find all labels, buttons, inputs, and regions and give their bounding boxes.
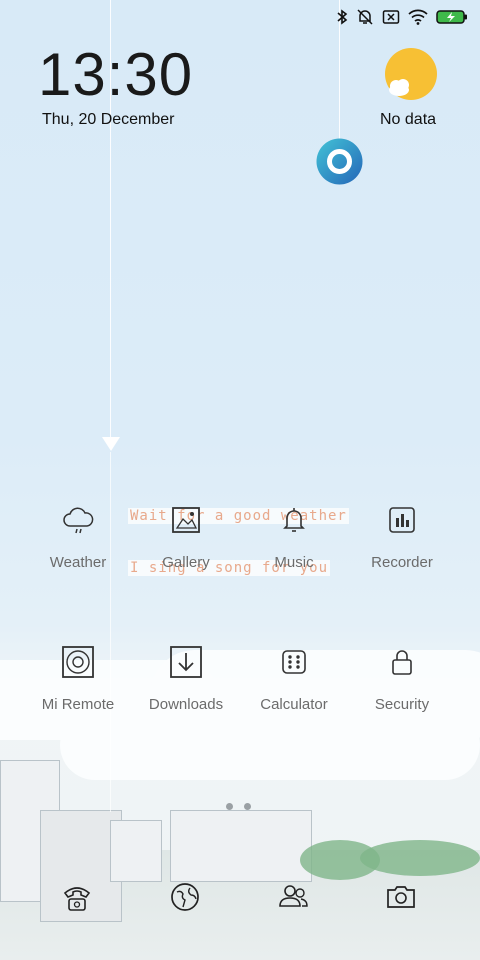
app-label: Music bbox=[274, 554, 314, 571]
contacts-icon[interactable] bbox=[276, 880, 310, 914]
security-icon bbox=[384, 644, 420, 680]
weather-status[interactable]: No data bbox=[380, 111, 436, 129]
app-label: Mi Remote bbox=[41, 696, 115, 713]
gallery-icon bbox=[168, 502, 204, 538]
page-dot bbox=[226, 803, 233, 810]
camera-icon[interactable] bbox=[384, 880, 418, 914]
recorder-icon bbox=[384, 502, 420, 538]
weather-icon bbox=[60, 502, 96, 538]
app-label: Recorder bbox=[371, 554, 433, 571]
sun-cloud-icon[interactable] bbox=[382, 48, 440, 106]
app-recorder[interactable]: Recorder bbox=[348, 502, 456, 571]
page-indicator bbox=[226, 803, 251, 810]
app-gallery[interactable]: Gallery bbox=[132, 502, 240, 571]
clock-date[interactable]: Thu, 20 December bbox=[42, 111, 175, 129]
music-icon bbox=[276, 502, 312, 538]
app-mi-remote[interactable]: Mi Remote bbox=[24, 644, 132, 713]
app-label: Downloads bbox=[148, 696, 224, 713]
downloads-icon bbox=[168, 644, 204, 680]
calculator-icon bbox=[276, 644, 312, 680]
pull-down-arrow-icon bbox=[102, 437, 120, 451]
app-weather[interactable]: Weather bbox=[24, 502, 132, 571]
app-security[interactable]: Security bbox=[348, 644, 456, 713]
app-calculator[interactable]: Calculator bbox=[240, 644, 348, 713]
browser-icon[interactable] bbox=[168, 880, 202, 914]
page-dot bbox=[244, 803, 251, 810]
battery-charging-icon bbox=[436, 9, 468, 25]
app-downloads[interactable]: Downloads bbox=[132, 644, 240, 713]
app-label: Calculator bbox=[260, 696, 328, 713]
floating-assistant-button[interactable] bbox=[316, 138, 363, 185]
mi-remote-icon bbox=[60, 644, 96, 680]
status-bar bbox=[336, 6, 468, 28]
bluetooth-icon bbox=[336, 9, 348, 25]
alarm-off-icon bbox=[356, 8, 374, 26]
clock-time[interactable]: 13:30 bbox=[38, 40, 193, 109]
phone-icon[interactable] bbox=[60, 880, 94, 914]
app-music[interactable]: Music bbox=[240, 502, 348, 571]
sim-off-icon bbox=[382, 9, 400, 25]
app-label: Security bbox=[374, 696, 430, 713]
app-label: Weather bbox=[49, 554, 107, 571]
app-label: Gallery bbox=[162, 554, 210, 571]
wifi-icon bbox=[408, 9, 428, 25]
